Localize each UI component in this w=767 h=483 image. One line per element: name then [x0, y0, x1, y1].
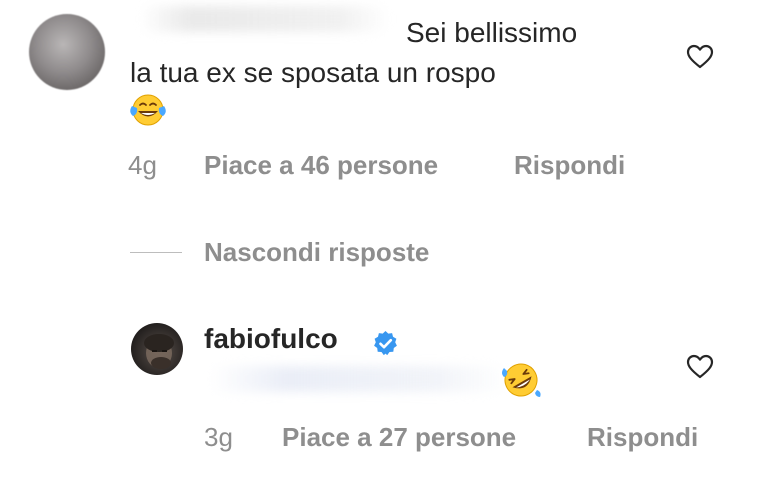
reply-username[interactable]: fabiofulco — [204, 322, 338, 356]
avatar-photo — [144, 334, 174, 369]
comment-reply-button[interactable]: Rispondi — [514, 148, 625, 182]
comment-likes-link[interactable]: Piace a 46 persone — [204, 148, 438, 182]
heart-outline-icon[interactable] — [686, 44, 714, 70]
hide-replies-button[interactable]: Nascondi risposte — [204, 235, 429, 269]
commenter-avatar[interactable] — [29, 14, 105, 90]
reply-reply-button[interactable]: Rispondi — [587, 420, 698, 454]
comment-timestamp: 4g — [128, 150, 157, 180]
heart-outline-icon[interactable] — [686, 354, 714, 380]
reply-likes-link[interactable]: Piace a 27 persone — [282, 420, 516, 454]
verified-badge-icon — [374, 331, 397, 356]
comment-text-line-1: Sei bellissimo — [406, 17, 578, 48]
face-with-tears-of-joy-icon — [130, 94, 166, 126]
comment-text-line-2: la tua ex se sposata un rospo — [130, 57, 496, 88]
reply-avatar[interactable] — [131, 323, 183, 375]
replies-divider — [130, 252, 182, 253]
rolling-on-floor-laughing-icon — [502, 363, 541, 397]
blurred-reply-text — [210, 366, 510, 392]
blurred-username — [140, 6, 390, 32]
reply-timestamp: 3g — [204, 422, 233, 452]
